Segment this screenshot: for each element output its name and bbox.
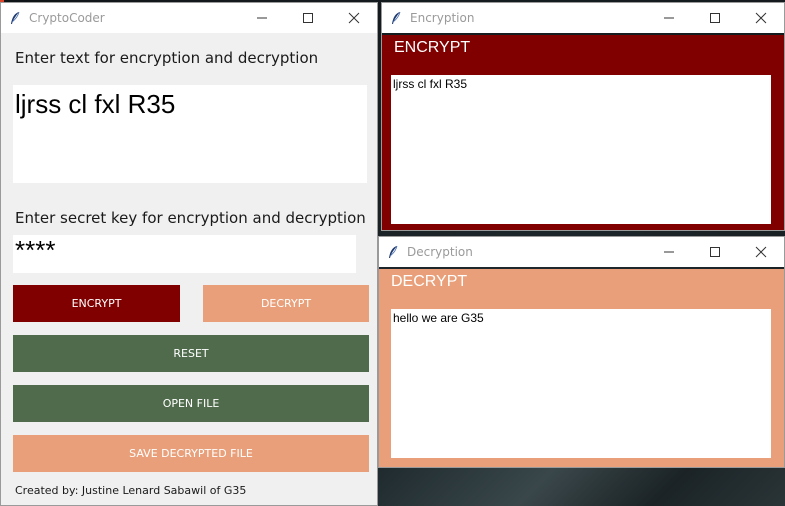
close-icon xyxy=(348,12,360,24)
minimize-icon xyxy=(664,17,674,19)
minimize-button[interactable] xyxy=(646,237,692,267)
feather-icon xyxy=(389,245,398,258)
credit-text: Created by: Justine Lenard Sabawil of G3… xyxy=(15,484,247,497)
encrypt-heading: ENCRYPT xyxy=(394,39,471,56)
cryptocoder-window: CryptoCoder Enter text for encryption an… xyxy=(0,2,378,506)
reset-button[interactable]: RESET xyxy=(13,335,369,372)
feather-icon xyxy=(392,11,401,24)
title-bar[interactable]: Decryption xyxy=(379,237,784,267)
feather-icon xyxy=(11,11,20,24)
secret-key-value: **** xyxy=(15,235,56,265)
close-button[interactable] xyxy=(738,3,784,33)
minimize-button[interactable] xyxy=(646,3,692,33)
secret-key-input[interactable]: **** xyxy=(13,235,356,273)
minimize-icon xyxy=(257,17,267,19)
maximize-icon xyxy=(303,13,313,23)
message-input[interactable]: ljrss cl fxl R35 xyxy=(13,85,367,183)
encryption-window: Encryption ENCRYPT ljrss cl fxl R35 xyxy=(381,2,785,231)
window-title: Decryption xyxy=(407,245,473,259)
close-icon xyxy=(755,12,767,24)
window-title: CryptoCoder xyxy=(29,11,105,25)
close-button[interactable] xyxy=(738,237,784,267)
decrypted-output[interactable]: hello we are G35 xyxy=(391,309,771,458)
minimize-icon xyxy=(664,251,674,253)
key-label: Enter secret key for encryption and decr… xyxy=(15,209,366,227)
window-title: Encryption xyxy=(410,11,475,25)
decrypt-button[interactable]: DECRYPT xyxy=(203,285,369,322)
close-icon xyxy=(755,246,767,258)
desktop-wallpaper xyxy=(378,466,785,506)
minimize-button[interactable] xyxy=(239,3,285,33)
maximize-icon xyxy=(710,247,720,257)
save-decrypted-file-button[interactable]: SAVE DECRYPTED FILE xyxy=(13,435,369,472)
maximize-button[interactable] xyxy=(692,237,738,267)
encrypted-output[interactable]: ljrss cl fxl R35 xyxy=(391,75,771,224)
text-label: Enter text for encryption and decryption xyxy=(15,49,319,67)
title-bar[interactable]: Encryption xyxy=(382,3,784,33)
close-button[interactable] xyxy=(331,3,377,33)
decrypt-heading: DECRYPT xyxy=(391,273,468,290)
encryption-panel: ENCRYPT ljrss cl fxl R35 xyxy=(382,35,784,230)
maximize-button[interactable] xyxy=(692,3,738,33)
decryption-panel: DECRYPT hello we are G35 xyxy=(379,269,784,467)
encrypt-button[interactable]: ENCRYPT xyxy=(13,285,180,322)
decryption-window: Decryption DECRYPT hello we are G35 xyxy=(378,236,785,468)
maximize-icon xyxy=(710,13,720,23)
open-file-button[interactable]: OPEN FILE xyxy=(13,385,369,422)
message-input-value: ljrss cl fxl R35 xyxy=(15,89,176,119)
title-bar[interactable]: CryptoCoder xyxy=(1,3,377,33)
maximize-button[interactable] xyxy=(285,3,331,33)
